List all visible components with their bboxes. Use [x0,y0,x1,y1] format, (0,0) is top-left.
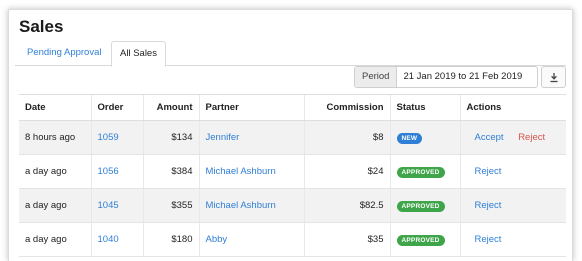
row-amount: $180 [142,222,199,257]
table-row: 8 hours ago 1059 $134 Jennifer $8 NEW Ac… [19,120,566,155]
status-badge: NEW [396,132,423,144]
download-icon [550,72,557,82]
order-link[interactable]: 1059 [98,132,119,143]
header-order: Order [90,94,143,121]
row-date: a day ago [19,188,91,223]
status-badge: APPROVED [396,234,445,246]
order-link[interactable]: 1045 [98,200,119,211]
page-title: Sales [19,17,64,36]
row-amount: $355 [142,188,199,223]
row-date: a day ago [19,222,91,257]
header-actions: Actions [459,94,566,121]
header-commission: Commission [303,94,390,121]
table-row: a day ago 1045 $355 Michael Ashburn $82.… [19,188,566,223]
partner-link[interactable]: Michael Ashburn [206,166,276,177]
status-badge: APPROVED [396,166,445,178]
tab-bar: Pending Approval All Sales [15,41,566,67]
table-header-row: Date Order Amount Partner Commission Sta… [19,94,566,121]
row-date: a day ago [19,154,91,189]
status-badge: APPROVED [396,200,445,212]
table-row: a day ago 1040 $180 Abby $35 APPROVED Re… [19,222,566,257]
tab-all-sales[interactable]: All Sales [111,41,166,67]
row-amount: $384 [142,154,199,189]
row-commission: $8 [303,120,390,155]
period-filter[interactable]: Period 21 Jan 2019 to 21 Feb 2019 [354,66,538,88]
download-button[interactable] [541,66,566,88]
header-date: Date [19,94,91,121]
row-date: 8 hours ago [19,120,91,155]
period-label: Period [355,67,398,87]
order-link[interactable]: 1040 [98,234,119,245]
header-amount: Amount [142,94,199,121]
row-amount: $134 [142,120,199,155]
sales-panel: Sales Pending Approval All Sales Period … [8,9,573,261]
reject-button[interactable]: Reject [518,132,545,143]
accept-button[interactable]: Accept [475,132,504,143]
header-partner: Partner [198,94,304,121]
partner-link[interactable]: Jennifer [206,132,240,143]
reject-button[interactable]: Reject [475,166,502,177]
header-status: Status [389,94,460,121]
row-commission: $35 [303,222,390,257]
row-commission: $82.5 [303,188,390,223]
table-row: a day ago 1056 $384 Michael Ashburn $24 … [19,154,566,189]
tab-pending-approval[interactable]: Pending Approval [19,41,109,66]
period-value[interactable]: 21 Jan 2019 to 21 Feb 2019 [397,67,528,87]
reject-button[interactable]: Reject [475,234,502,245]
reject-button[interactable]: Reject [475,200,502,211]
sales-table: Date Order Amount Partner Commission Sta… [19,94,566,257]
partner-link[interactable]: Michael Ashburn [206,200,276,211]
row-commission: $24 [303,154,390,189]
partner-link[interactable]: Abby [206,234,228,245]
order-link[interactable]: 1056 [98,166,119,177]
